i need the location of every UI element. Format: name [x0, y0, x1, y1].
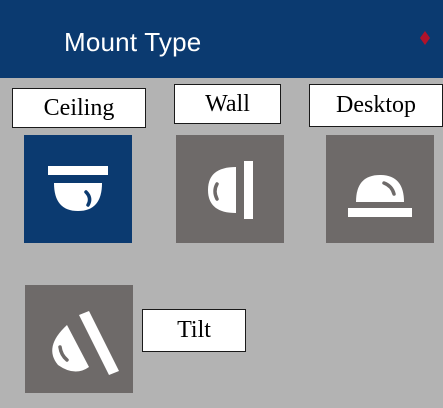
desktop-mount-button[interactable]	[326, 135, 434, 243]
wall-mount-icon	[176, 135, 284, 243]
required-marker-icon	[420, 31, 430, 45]
mount-type-header: Mount Type	[0, 0, 443, 78]
tilt-mount-icon	[25, 285, 133, 393]
ceiling-mount-button[interactable]	[24, 135, 132, 243]
desktop-label-text: Desktop	[336, 92, 416, 118]
wall-label: Wall	[174, 84, 281, 124]
ceiling-label: Ceiling	[12, 88, 146, 128]
desktop-label: Desktop	[309, 84, 443, 127]
wall-mount-button[interactable]	[176, 135, 284, 243]
tilt-label: Tilt	[142, 309, 246, 352]
desktop-mount-icon	[326, 135, 434, 243]
wall-label-text: Wall	[205, 90, 250, 117]
mount-type-title: Mount Type	[64, 27, 202, 57]
tilt-label-text: Tilt	[177, 317, 211, 343]
ceiling-label-text: Ceiling	[43, 94, 115, 121]
ceiling-mount-icon	[24, 135, 132, 243]
tilt-mount-button[interactable]	[25, 285, 133, 393]
